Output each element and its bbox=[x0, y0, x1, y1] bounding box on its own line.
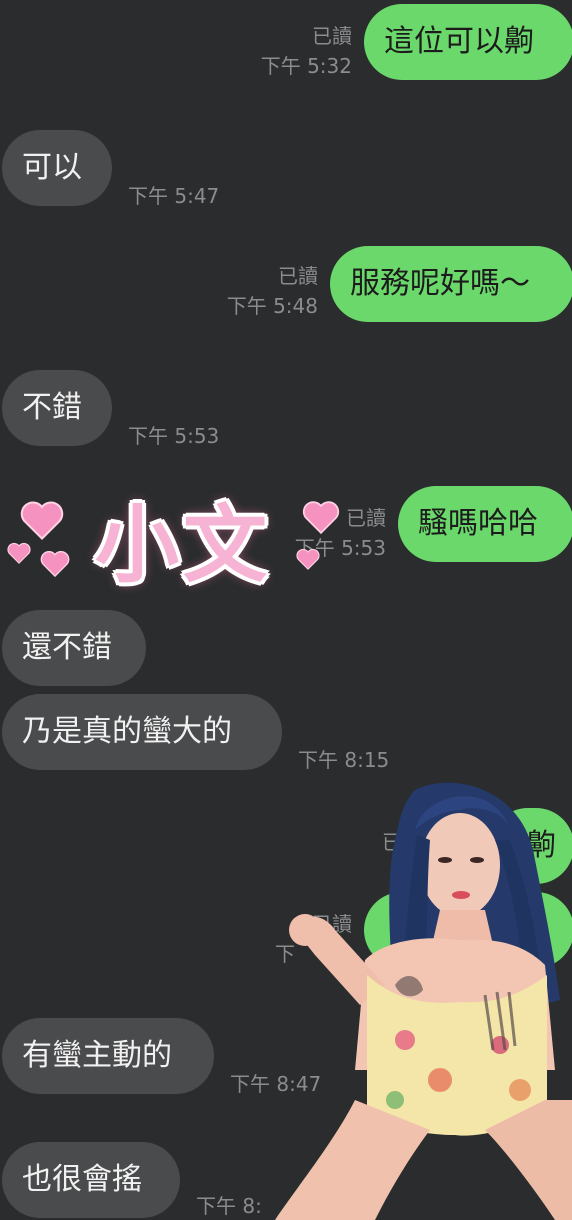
heart-icon bbox=[296, 548, 320, 570]
person-figure-illustration bbox=[275, 782, 572, 1220]
read-receipt: 已讀 bbox=[266, 264, 318, 288]
incoming-message-bubble[interactable]: 不錯 bbox=[2, 370, 112, 446]
incoming-message-bubble[interactable]: 可以 bbox=[2, 130, 112, 206]
incoming-message-bubble[interactable]: 乃是真的蠻大的 bbox=[2, 694, 282, 770]
heart-icon bbox=[40, 550, 70, 577]
message-time: 下午 5:53 bbox=[128, 424, 220, 448]
heart-icon bbox=[7, 542, 31, 564]
message-time: 下午 5:48 bbox=[226, 294, 318, 318]
message-time: 下午 8: bbox=[196, 1194, 262, 1218]
message-time: 下午 5:32 bbox=[260, 54, 352, 78]
message-time: 下午 8:15 bbox=[298, 748, 390, 772]
heart-icon bbox=[302, 501, 340, 534]
outgoing-message-bubble[interactable]: 服務呢好嗎～ bbox=[330, 246, 572, 322]
outgoing-message-bubble[interactable]: 這位可以齁 bbox=[364, 4, 572, 80]
sticker-title: 小文 bbox=[95, 496, 272, 594]
read-receipt: 已讀 bbox=[300, 24, 352, 48]
read-label: 已讀 bbox=[346, 506, 386, 530]
read-label: 已讀 bbox=[278, 264, 318, 288]
read-receipt: 已讀 bbox=[334, 506, 386, 530]
incoming-message-bubble[interactable]: 也很會搖 bbox=[2, 1142, 180, 1218]
read-label: 已讀 bbox=[312, 24, 352, 48]
heart-icon bbox=[20, 501, 64, 540]
message-time: 下午 5:47 bbox=[128, 184, 220, 208]
message-time: 下午 5:53 bbox=[294, 536, 386, 560]
outgoing-message-bubble[interactable]: 騷嗎哈哈 bbox=[398, 486, 572, 562]
incoming-message-bubble[interactable]: 有蠻主動的 bbox=[2, 1018, 214, 1094]
incoming-message-bubble[interactable]: 還不錯 bbox=[2, 610, 146, 686]
